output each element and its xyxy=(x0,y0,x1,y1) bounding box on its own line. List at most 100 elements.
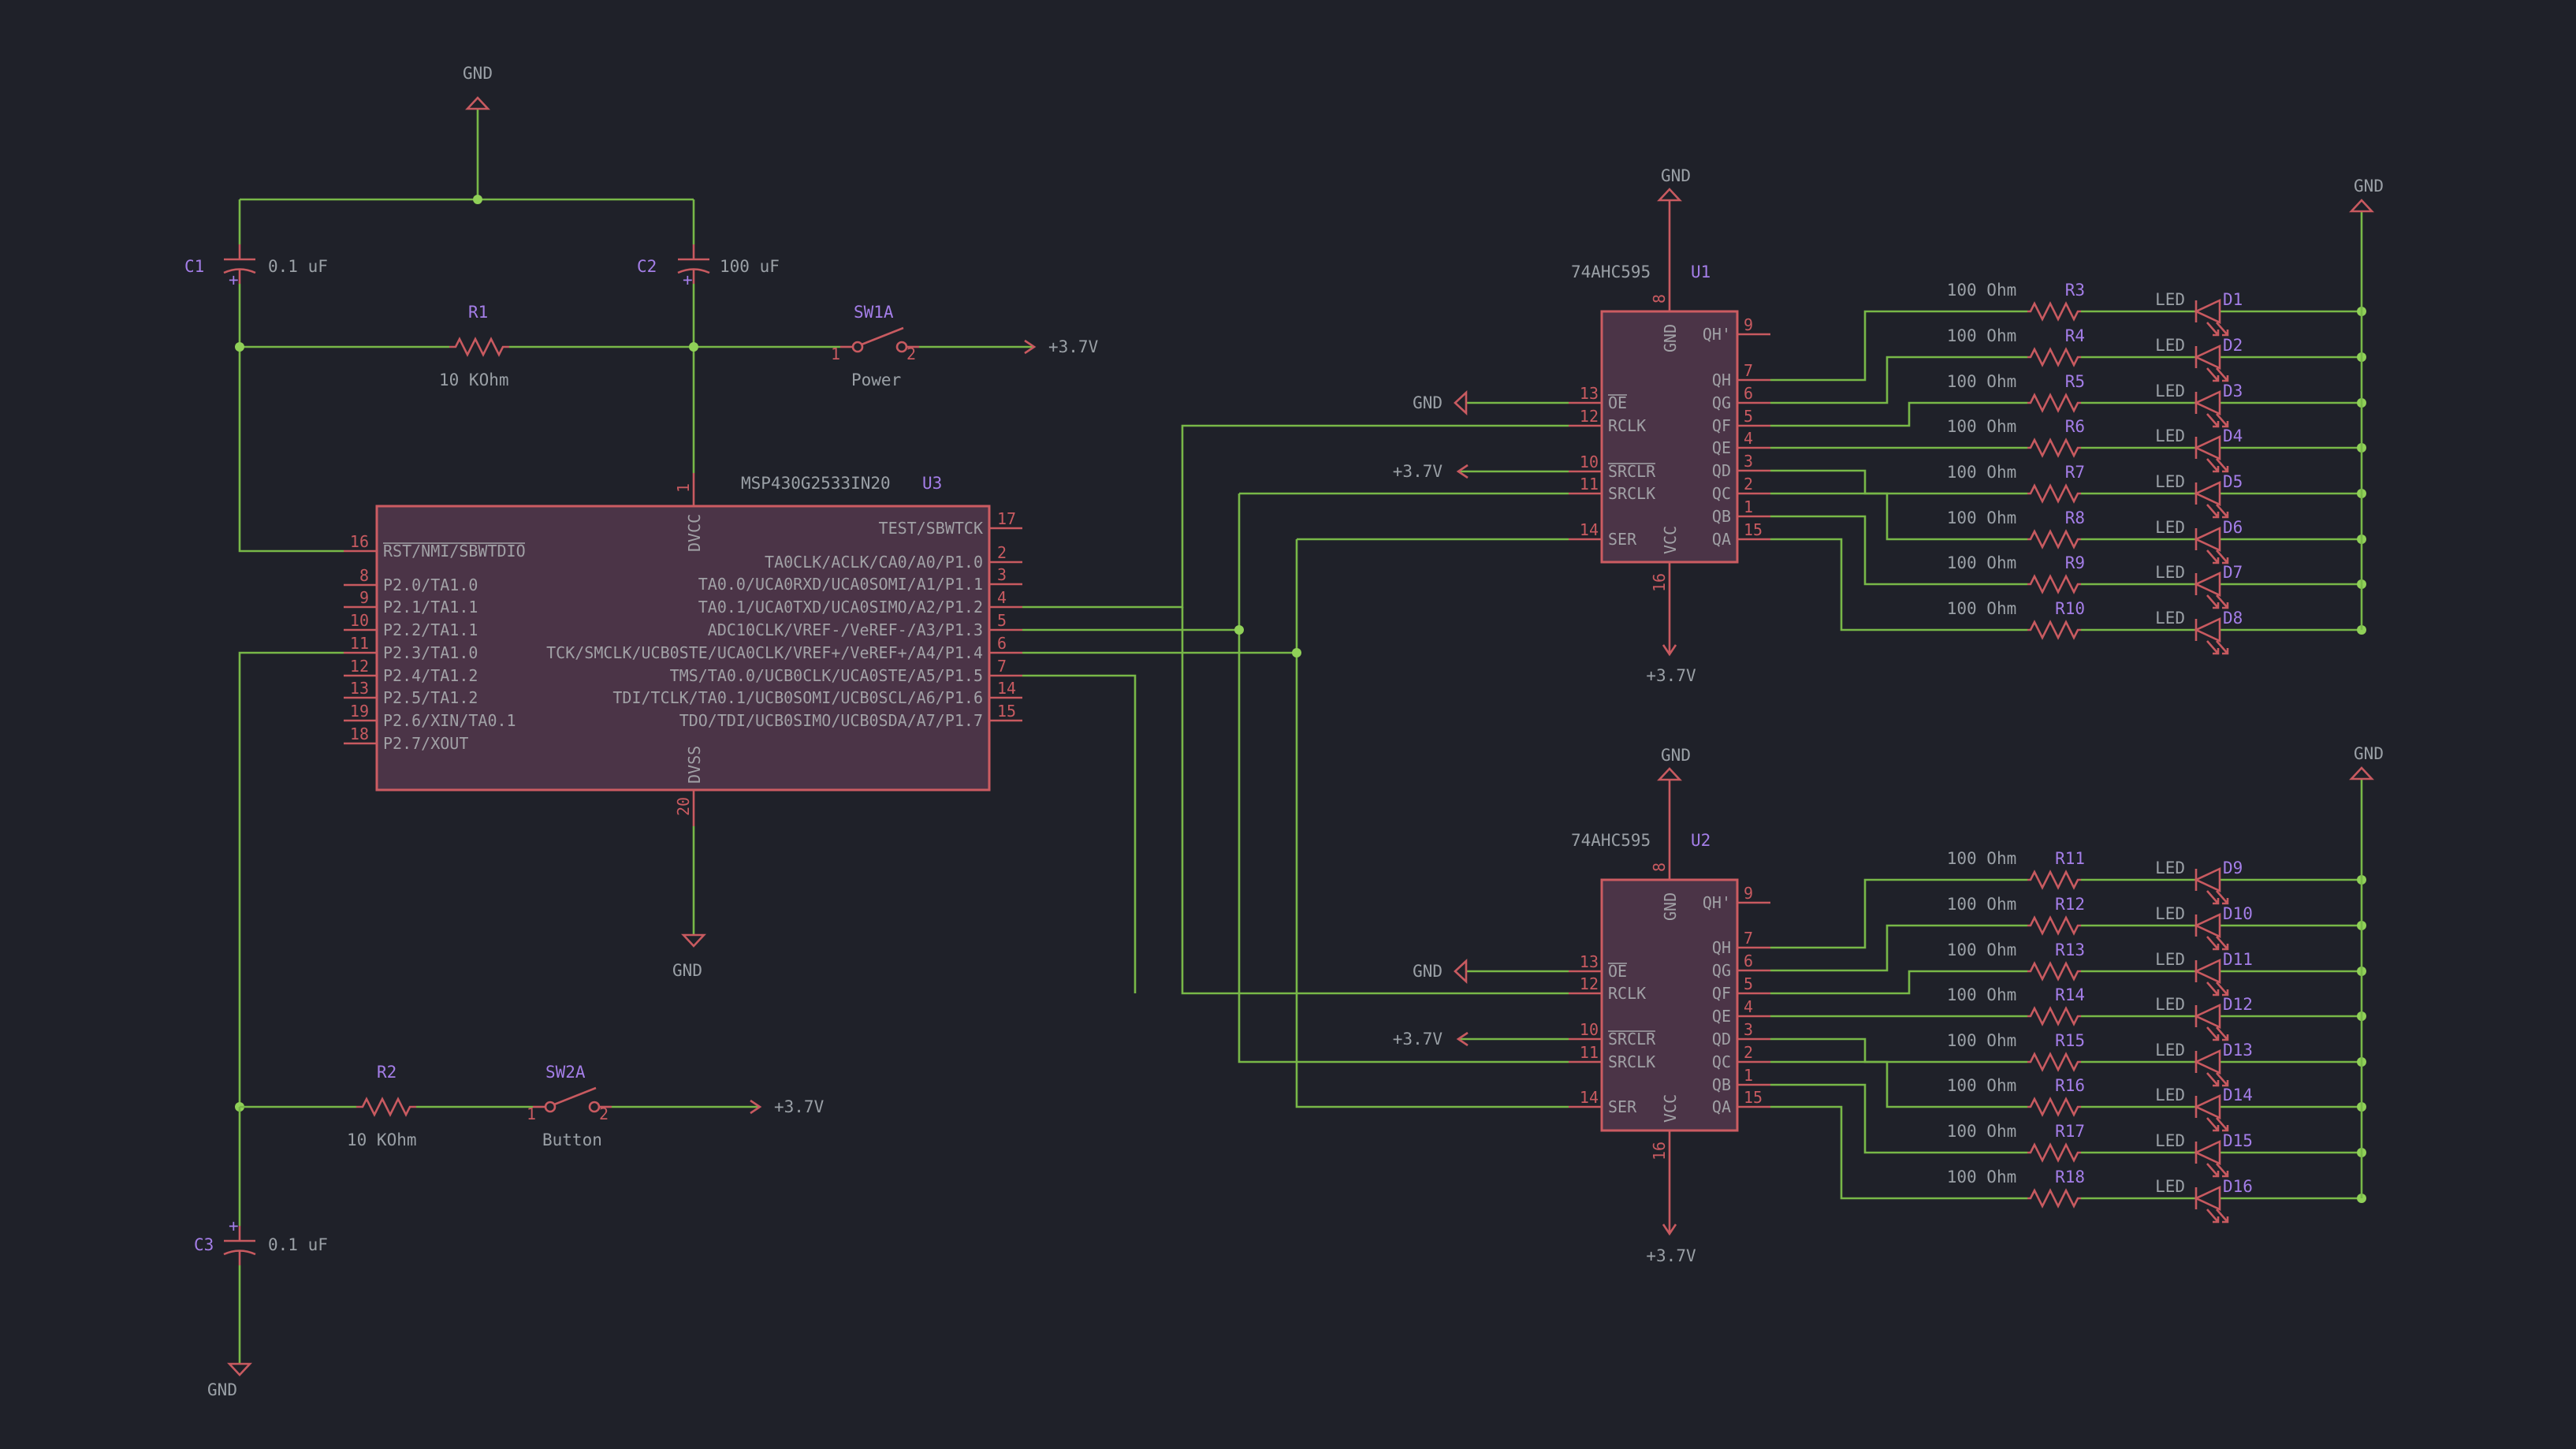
shift-register-pin-label: QH xyxy=(1712,938,1731,957)
shift-register-pin-number: 6 xyxy=(1744,384,1753,403)
shift-register-pin-number: 2 xyxy=(1744,475,1753,494)
led-value: LED xyxy=(2155,518,2185,537)
sw2-switch-icon xyxy=(553,1086,597,1106)
led-icon xyxy=(2193,912,2221,939)
sw1-value: Power xyxy=(851,371,901,389)
shift-register-pin-label: QB xyxy=(1712,1075,1731,1094)
shift-register-pin-label: QD xyxy=(1712,461,1731,480)
ground-symbol-icon xyxy=(1657,767,1682,781)
ground-symbol-icon xyxy=(227,1362,252,1376)
shift-register-pin-label: QH' xyxy=(1703,325,1731,344)
led-value: LED xyxy=(2155,609,2185,628)
mcu-pin-number: 11 xyxy=(350,634,369,653)
junction-dot xyxy=(1234,625,1244,635)
led-series-resistor-icon xyxy=(2027,915,2081,936)
sw2-pin-number: 1 xyxy=(527,1104,536,1123)
mcu-pin-label: TA0.0/UCA0RXD/UCA0SOMI/A1/P1.1 xyxy=(698,575,983,594)
ground-symbol-icon xyxy=(681,933,706,948)
mcu-pin-number: 6 xyxy=(997,634,1007,653)
mcu-pin-label: TMS/TA0.0/UCB0CLK/UCA0STE/A5/P1.5 xyxy=(670,666,983,685)
shift-register-pin-number: 2 xyxy=(1744,1043,1753,1062)
mcu-pin-label: DVSS xyxy=(685,746,704,784)
r1-ref: R1 xyxy=(468,303,488,322)
led-icon xyxy=(2193,616,2221,643)
schematic: MSP430G2533IN20 U316 RST/NMI/SBWTDIO8 P2.0/… xyxy=(0,0,2576,1449)
mcu-pin-number: 3 xyxy=(997,565,1007,584)
resistor-ref: R12 xyxy=(2055,895,2085,914)
shift-register-pin-label: QC xyxy=(1712,484,1731,503)
led-series-resistor-icon xyxy=(2027,393,2081,413)
sw2-ref: SW2A xyxy=(545,1063,586,1082)
led-value: LED xyxy=(2155,1041,2185,1060)
mcu-pin-number: 10 xyxy=(350,611,369,630)
shift-register-pin-number: 12 xyxy=(1580,407,1599,426)
r2-value: 10 KOhm xyxy=(347,1131,417,1149)
led-value: LED xyxy=(2155,1086,2185,1104)
mcu-pin-number: 2 xyxy=(997,543,1007,562)
resistor-ref: R11 xyxy=(2055,849,2085,868)
shift-register-pin-label: QE xyxy=(1712,438,1731,457)
mcu-pin-label: TDI/TCLK/TA0.1/UCB0SOMI/UCB0SCL/A6/P1.6 xyxy=(612,688,983,707)
led-icon xyxy=(2193,298,2221,325)
mcu-pin-number: 9 xyxy=(359,588,369,607)
mcu-pin-number: 14 xyxy=(997,679,1016,698)
shift-register-pin-label: VCC xyxy=(1661,526,1680,554)
shift-register-pin-label: OE xyxy=(1608,962,1627,981)
led-series-resistor-icon xyxy=(2027,483,2081,504)
shift-register-pin-label: RCLK xyxy=(1608,984,1646,1003)
ground-symbol-icon xyxy=(465,96,490,110)
mcu-pin-label: P2.4/TA1.2 xyxy=(383,666,478,685)
led-series-resistor-icon xyxy=(2027,870,2081,890)
wire xyxy=(1238,494,1569,1063)
shift-register-part: 74AHC595 xyxy=(1571,263,1651,281)
shift-register-pin-label: QE xyxy=(1712,1007,1731,1026)
led-arrow-icon xyxy=(2206,322,2220,337)
mcu-pin-number: 5 xyxy=(997,611,1007,630)
led-ref: D16 xyxy=(2223,1177,2253,1196)
led-value: LED xyxy=(2155,290,2185,309)
gnd-label: GND xyxy=(1413,393,1442,412)
resistor-ref: R14 xyxy=(2055,985,2085,1004)
led-arrow-icon xyxy=(2206,890,2220,905)
sw2-value: Button xyxy=(542,1131,602,1149)
vcc-label: +3.7V xyxy=(1393,462,1443,481)
shift-register-ref: U1 xyxy=(1691,263,1711,281)
resistor-value: 100 Ohm xyxy=(1947,941,2017,959)
mcu-pin-label: TEST/SBWTCK xyxy=(879,519,983,538)
resistor-value: 100 Ohm xyxy=(1947,553,2017,572)
shift-register-pin-label: SER xyxy=(1608,530,1637,549)
r1-value: 10 KOhm xyxy=(439,371,509,389)
shift-register-pin-label: QC xyxy=(1712,1052,1731,1071)
resistor-ref: R8 xyxy=(2065,508,2085,527)
junction-dot xyxy=(473,195,482,204)
shift-register-pin-label: QB xyxy=(1712,507,1731,526)
resistor-ref: R4 xyxy=(2065,326,2085,345)
led-value: LED xyxy=(2155,472,2185,491)
led-series-resistor-icon xyxy=(2027,529,2081,549)
led-arrow-icon xyxy=(2206,1163,2220,1178)
shift-register-pin-number: 11 xyxy=(1580,475,1599,494)
shift-register-pin-label: QH xyxy=(1712,371,1731,389)
led-arrow-icon xyxy=(2206,367,2220,382)
led-value: LED xyxy=(2155,904,2185,923)
led-ref: D15 xyxy=(2223,1131,2253,1150)
mcu-pin-label: P2.5/TA1.2 xyxy=(383,688,478,707)
mcu-pin-label: RST/NMI/SBWTDIO xyxy=(383,542,526,561)
resistor-ref: R5 xyxy=(2065,372,2085,391)
led-value: LED xyxy=(2155,382,2185,400)
c1-ref: C1 xyxy=(184,257,204,276)
resistor-value: 100 Ohm xyxy=(1947,463,2017,482)
led-arrow-icon xyxy=(2206,1072,2220,1087)
led-arrow-icon xyxy=(2206,458,2220,473)
led-icon xyxy=(2193,1049,2221,1075)
shift-register-pin-number: 4 xyxy=(1744,429,1753,448)
resistor-ref: R18 xyxy=(2055,1168,2085,1186)
resistor-ref: R15 xyxy=(2055,1031,2085,1050)
resistor-ref: R16 xyxy=(2055,1076,2085,1095)
led-icon xyxy=(2193,434,2221,461)
switch-contact xyxy=(895,341,908,353)
resistor-value: 100 Ohm xyxy=(1947,326,2017,345)
symbols xyxy=(223,96,2374,1376)
led-value: LED xyxy=(2155,336,2185,355)
led-arrow-icon xyxy=(2206,1209,2220,1224)
